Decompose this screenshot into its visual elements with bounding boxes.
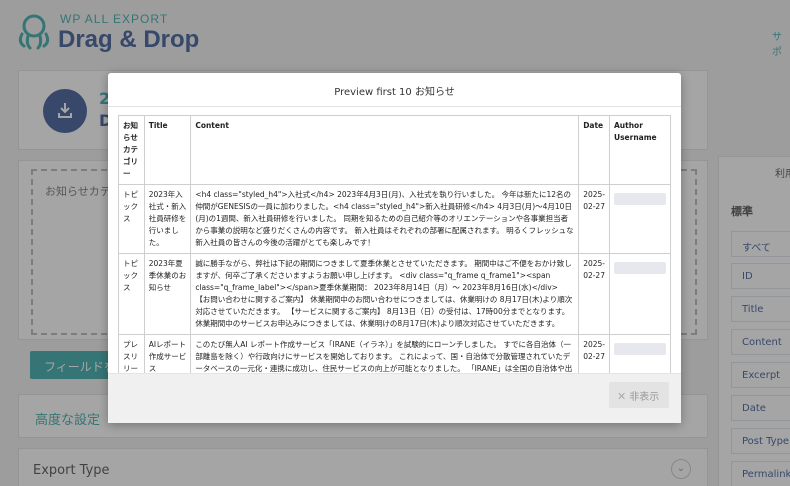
cell-category: プレスリリース (118, 334, 145, 377)
table-row: プレスリリース AIレポート作成サービス「IRANE」 このたび無人AI レポー… (118, 334, 671, 377)
cell-date: 2025-02-27 (578, 184, 610, 254)
cell-content: このたび無人AI レポート作成サービス「IRANE（イラネ）」を試験的にローンチ… (190, 334, 580, 377)
column-header-author: Author Username (608, 115, 671, 185)
redacted-author (613, 343, 666, 355)
modal-footer: ✕ 非表示 (108, 373, 681, 423)
table-header-row: お知らせカテゴリー Title Content Date Author User… (118, 115, 671, 185)
close-icon: ✕ (617, 390, 627, 403)
cell-date: 2025-02-27 (578, 253, 610, 335)
modal-title: Preview first 10 お知らせ (334, 87, 455, 98)
column-header-title: Title (143, 115, 192, 185)
cell-title: 2023年夏季休業のお知らせ (143, 253, 192, 335)
cell-author-redacted (608, 334, 671, 377)
cell-content: 誠に勝手ながら、弊社は下記の期間につきまして夏季休業とさせていただきます。 期間… (190, 253, 580, 335)
hide-button[interactable]: ✕ 非表示 (609, 382, 669, 408)
redacted-author (613, 262, 666, 274)
table-row: トピックス 2023年夏季休業のお知らせ 誠に勝手ながら、弊社は下記の期間につき… (118, 253, 671, 335)
modal-header: Preview first 10 お知らせ (108, 73, 681, 107)
preview-table: お知らせカテゴリー Title Content Date Author User… (118, 115, 671, 377)
preview-table-scroll[interactable]: お知らせカテゴリー Title Content Date Author User… (118, 115, 671, 377)
redacted-author (613, 193, 666, 205)
cell-category: トピックス (118, 253, 145, 335)
cell-category: トピックス (118, 184, 145, 254)
cell-author-redacted (608, 253, 671, 335)
preview-modal: Preview first 10 お知らせ お知らせカテゴリー Title Co… (108, 73, 681, 423)
column-header-content: Content (190, 115, 580, 185)
hide-button-label: 非表示 (629, 392, 660, 403)
cell-title: AIレポート作成サービス「IRANE」 (143, 334, 192, 377)
cell-content: <h4 class="styled_h4">入社式</h4> 2023年4月3日… (190, 184, 580, 254)
table-row: トピックス 2023年入社式・新入社員研修を行いました。 <h4 class="… (118, 184, 671, 254)
cell-title: 2023年入社式・新入社員研修を行いました。 (143, 184, 192, 254)
column-header-date: Date (578, 115, 610, 185)
column-header-category: お知らせカテゴリー (118, 115, 145, 185)
cell-author-redacted (608, 184, 671, 254)
cell-date: 2025-02-27 (578, 334, 610, 377)
